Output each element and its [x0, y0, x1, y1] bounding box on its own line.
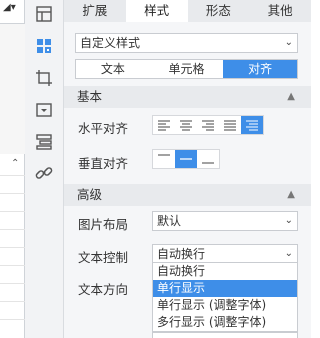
tab-extend[interactable]: 扩展: [64, 0, 126, 22]
segment-text[interactable]: 文本: [76, 60, 150, 78]
crop-icon[interactable]: [32, 66, 56, 90]
option-single-line[interactable]: 单行显示: [153, 280, 297, 297]
text-control-dropdown: 自动换行 单行显示 单行显示 (调整字体) 多行显示 (调整字体): [152, 262, 298, 332]
property-panel: 扩展 样式 形态 其他 自定义样式 ⌄ 文本 单元格 对齐 基本 ▲ 水平对齐: [64, 0, 311, 338]
next-select-edge[interactable]: [152, 332, 298, 338]
section-advanced-title: 高级: [77, 187, 103, 202]
horizontal-align-label: 水平对齐: [78, 121, 129, 136]
align-distributed-button[interactable]: [241, 116, 263, 134]
side-icon-rail: [25, 0, 64, 338]
sheet-grid-edge: [0, 24, 25, 154]
chevron-down-icon: ⌄: [284, 37, 293, 48]
valign-middle-button[interactable]: [175, 150, 197, 168]
tab-shape[interactable]: 形态: [188, 0, 250, 22]
editor-edge: ◢▾ ⌃: [0, 0, 25, 338]
chevron-down-icon: ⌄: [284, 248, 293, 259]
text-control-label: 文本控制: [78, 250, 129, 265]
valign-bottom-button[interactable]: [197, 150, 219, 168]
stack-icon[interactable]: [32, 130, 56, 154]
panel-tabs: 扩展 样式 形态 其他: [64, 0, 311, 22]
style-segment-control: 文本 单元格 对齐: [75, 59, 298, 79]
collapse-icon: ▲: [287, 189, 295, 200]
collapse-icon: ▲: [287, 91, 295, 102]
option-single-line-fit[interactable]: 单行显示 (调整字体): [153, 297, 297, 314]
option-auto-wrap[interactable]: 自动换行: [153, 263, 297, 280]
segment-align[interactable]: 对齐: [223, 60, 298, 78]
corner-arrow-icon[interactable]: ◢▾: [3, 2, 16, 13]
layout-icon[interactable]: [32, 2, 56, 26]
chevron-down-icon: ⌄: [284, 215, 293, 226]
vertical-align-label: 垂直对齐: [78, 156, 129, 171]
section-basic-header[interactable]: 基本 ▲: [64, 86, 311, 108]
tab-other[interactable]: 其他: [249, 0, 311, 22]
image-layout-value: 默认: [157, 214, 182, 228]
align-justify-button[interactable]: [219, 116, 241, 134]
widget-icon[interactable]: [32, 98, 56, 122]
text-control-value: 自动换行: [157, 247, 206, 261]
section-basic-title: 基本: [77, 89, 103, 104]
text-direction-label: 文本方向: [78, 282, 129, 297]
align-left-button[interactable]: [153, 116, 175, 134]
align-center-button[interactable]: [175, 116, 197, 134]
chevron-up-icon[interactable]: ⌃: [11, 158, 19, 169]
horizontal-align-group: [152, 115, 264, 135]
text-control-select[interactable]: 自动换行 ⌄: [152, 244, 298, 264]
style-select[interactable]: 自定义样式 ⌄: [75, 33, 298, 53]
option-multi-line-fit[interactable]: 多行显示 (调整字体): [153, 314, 297, 331]
image-layout-select[interactable]: 默认 ⌄: [152, 211, 298, 231]
tab-style[interactable]: 样式: [125, 0, 188, 22]
segment-cell[interactable]: 单元格: [150, 60, 224, 78]
cell-style-icon[interactable]: [32, 34, 56, 58]
valign-top-button[interactable]: [153, 150, 175, 168]
link-icon[interactable]: [32, 161, 56, 185]
image-layout-label: 图片布局: [78, 217, 129, 232]
section-advanced-header[interactable]: 高级 ▲: [64, 184, 311, 206]
align-right-button[interactable]: [197, 116, 219, 134]
style-select-value: 自定义样式: [80, 36, 141, 50]
vertical-align-group: [152, 149, 220, 169]
